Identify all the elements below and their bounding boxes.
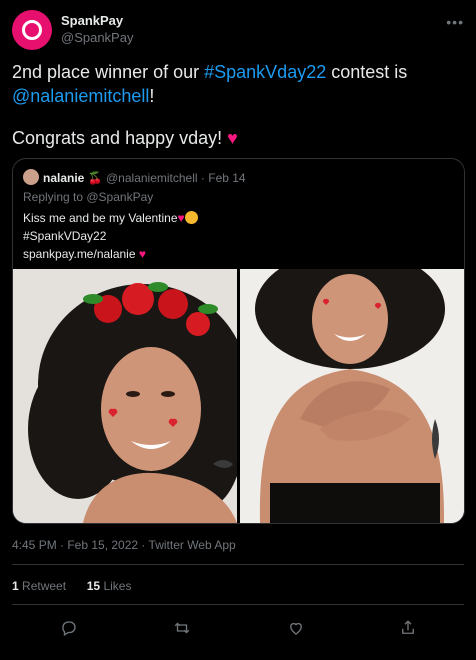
likes-label[interactable]: Likes: [103, 579, 131, 593]
quote-header: nalanie 🍒 @nalaniemitchell · Feb 14: [23, 169, 246, 187]
quote-author-handle[interactable]: @nalaniemitchell: [106, 171, 198, 185]
heart-emoji-icon: ♥: [227, 128, 238, 148]
quote-hashtag-link[interactable]: #SpankVDay22: [23, 229, 106, 243]
share-icon[interactable]: [396, 616, 420, 640]
retweet-icon[interactable]: [170, 616, 194, 640]
avatar[interactable]: [12, 10, 52, 50]
tweet-text-prefix: 2nd place winner of our: [12, 62, 205, 82]
photo-2[interactable]: [240, 269, 464, 523]
tweet-timestamp[interactable]: 4:45 PM · Feb 15, 2022 · Twitter Web App: [12, 538, 236, 552]
replying-to: Replying to @SpankPay: [23, 190, 153, 204]
tweet-header: SpankPay @SpankPay •••: [12, 8, 464, 52]
tweet-stats: 1 Retweet 15 Likes: [12, 579, 131, 593]
likes-count[interactable]: 15: [87, 579, 100, 593]
tweet-text-middle: contest is: [326, 62, 408, 82]
tweet-text-suffix: !: [149, 86, 155, 106]
replying-prefix: Replying to: [23, 190, 87, 204]
retweets-label[interactable]: Retweet: [22, 579, 66, 593]
photo-grid: [13, 269, 464, 523]
quote-body: Kiss me and be my Valentine♥ #SpankVDay2…: [23, 209, 198, 263]
quote-author-name[interactable]: nalanie: [43, 171, 84, 185]
hashtag-link[interactable]: #SpankVday22: [204, 62, 326, 82]
smiling-face-hearts-emoji-icon: [184, 211, 198, 224]
more-options-icon[interactable]: •••: [446, 14, 464, 30]
like-icon[interactable]: [284, 616, 308, 640]
tweet-text-line2: Congrats and happy vday! ♥: [12, 126, 238, 150]
author-names: SpankPay @SpankPay: [61, 12, 133, 46]
tweet-line2: Congrats and happy vday!: [12, 128, 223, 148]
retweets-count[interactable]: 1: [12, 579, 19, 593]
quote-body-line1: Kiss me and be my Valentine: [23, 211, 178, 225]
reply-icon[interactable]: [57, 616, 81, 640]
author-display-name[interactable]: SpankPay: [61, 12, 133, 29]
photo-1[interactable]: [13, 269, 237, 523]
quote-separator: ·: [200, 171, 205, 185]
quote-url-link[interactable]: spankpay.me/nalanie: [23, 247, 136, 261]
heart-emoji-icon: ♥: [138, 247, 146, 261]
replying-handle[interactable]: @SpankPay: [86, 190, 153, 204]
quoted-tweet-card[interactable]: nalanie 🍒 @nalaniemitchell · Feb 14 Repl…: [12, 158, 465, 524]
logo-ring-icon: [22, 20, 42, 40]
action-bar: [12, 616, 464, 640]
quote-avatar[interactable]: [23, 169, 39, 185]
photo-2-image: [240, 269, 464, 523]
tweet-text: 2nd place winner of our #SpankVday22 con…: [12, 60, 464, 108]
quote-date[interactable]: Feb 14: [208, 171, 245, 185]
heart-emoji-icon: ♥: [177, 211, 185, 225]
author-handle[interactable]: @SpankPay: [61, 29, 133, 46]
divider: [12, 604, 464, 605]
mention-link[interactable]: @nalaniemitchell: [12, 86, 149, 106]
divider: [12, 564, 464, 565]
cherry-emoji-icon: 🍒: [87, 171, 103, 185]
photo-1-image: [13, 269, 237, 523]
